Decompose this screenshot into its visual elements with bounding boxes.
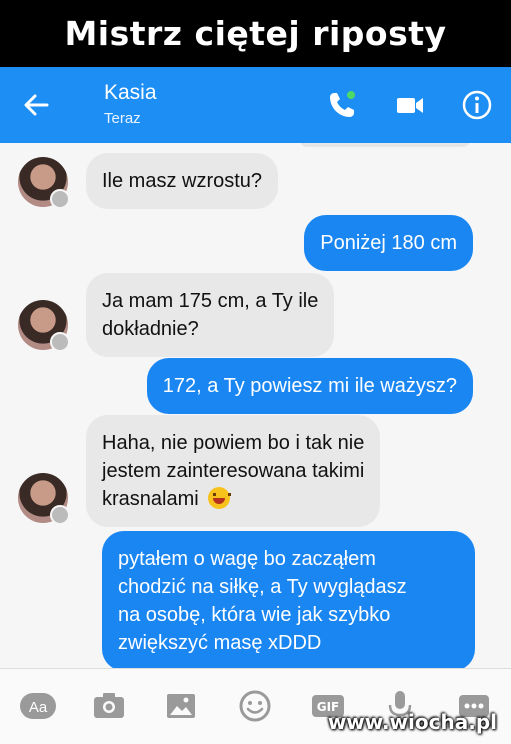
chat-header: Kasia Teraz: [0, 67, 511, 143]
message-text: Ile masz wzrostu?: [102, 170, 263, 192]
message-bubble-outgoing[interactable]: 172, a Ty powiesz mi ile ważysz?: [146, 358, 473, 414]
previous-message-edge: [300, 143, 470, 147]
message-text-line: jestem zainteresowana takimi: [102, 460, 365, 482]
message-bubble-incoming[interactable]: Ja mam 175 cm, a Ty ile dokładnie?: [86, 273, 335, 357]
message-text-line: Ja mam 175 cm, a Ty ile: [102, 290, 319, 312]
message-bubble-incoming[interactable]: Haha, nie powiem bo i tak nie jestem zai…: [86, 415, 381, 527]
composer-toolbar: Aa GIF www.wiocha.pl: [0, 668, 511, 744]
contact-name[interactable]: Kasia: [104, 81, 157, 105]
message-text: krasnalami: [102, 488, 199, 510]
avatar[interactable]: [18, 300, 70, 352]
camera-icon[interactable]: [90, 687, 128, 725]
avatar[interactable]: [18, 157, 70, 209]
message-text-line: na osobę, która wie jak szybko: [118, 604, 391, 626]
aa-label: Aa: [29, 699, 48, 716]
message-text-line: pytałem o wagę bo zacząłem: [118, 548, 376, 570]
message-text-line: krasnalami: [102, 485, 364, 513]
gallery-icon[interactable]: [162, 687, 200, 725]
contact-status: Teraz: [104, 110, 141, 127]
message-text: Poniżej 180 cm: [320, 232, 457, 254]
text-format-icon[interactable]: Aa: [19, 687, 57, 725]
message-text-line: chodzić na siłkę, a Ty wyglądasz: [118, 576, 407, 598]
video-camera-icon[interactable]: [394, 89, 426, 121]
message-thread: Ile masz wzrostu? Poniżej 180 cm Ja mam …: [0, 143, 511, 668]
back-arrow-icon[interactable]: [20, 89, 52, 121]
message-bubble-outgoing[interactable]: Poniżej 180 cm: [304, 215, 473, 271]
message-text: 172, a Ty powiesz mi ile ważysz?: [162, 375, 457, 397]
avatar[interactable]: [18, 473, 70, 525]
emoji-icon[interactable]: [236, 687, 274, 725]
message-text-line: dokładnie?: [102, 318, 199, 340]
message-text-line: zwiększyć masę xDDD: [118, 632, 322, 654]
message-text-line: Haha, nie powiem bo i tak nie: [102, 432, 365, 454]
watermark: www.wiocha.pl: [327, 710, 497, 734]
message-bubble-outgoing[interactable]: pytałem o wagę bo zacząłem chodzić na si…: [102, 531, 475, 668]
phone-icon[interactable]: [326, 89, 358, 121]
grinning-face-emoji-icon: [208, 487, 232, 509]
meme-title: Mistrz ciętej riposty: [0, 0, 511, 67]
message-bubble-incoming[interactable]: Ile masz wzrostu?: [86, 153, 279, 209]
info-icon[interactable]: [461, 89, 493, 121]
